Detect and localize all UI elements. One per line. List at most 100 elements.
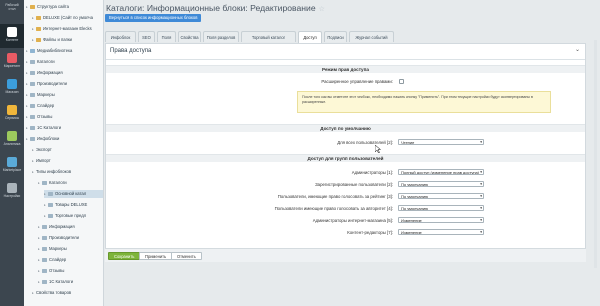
tree-item[interactable]: ▸ Информация <box>38 223 103 231</box>
notice-box: После того как вы отметите этот чекбокс,… <box>297 91 551 113</box>
collapse-icon[interactable]: ⌄ <box>575 47 581 53</box>
tab[interactable]: SEO <box>138 31 155 42</box>
tree-item-label: Файлы и папки <box>43 37 73 42</box>
group-access-select[interactable]: Полный доступ (изменение прав доступа) ▾ <box>398 169 484 175</box>
list-icon <box>30 81 35 86</box>
tree-item[interactable]: ▸ Производители <box>26 80 103 88</box>
chevron-down-icon: ▾ <box>480 206 482 210</box>
chevron-down-icon: ▾ <box>480 140 482 144</box>
tree-item[interactable]: ▸ Импорт <box>32 157 103 165</box>
tree-item-label: Отзывы <box>49 268 65 273</box>
tree-item[interactable]: ▸ Экспорт <box>32 146 103 154</box>
tree-item-label: Свойства товаров <box>36 290 72 295</box>
cancel-button[interactable]: Отменить <box>171 252 202 260</box>
gear-icon <box>7 183 17 193</box>
apply-button[interactable]: Применить <box>139 252 173 260</box>
list-icon <box>42 224 47 229</box>
tree-item[interactable]: ▸ Товары DELUXE <box>44 201 103 209</box>
tree-item[interactable]: ▸ Типы инфоблоков <box>32 168 103 176</box>
tree-item-label: Производители <box>49 235 79 240</box>
tree-item[interactable]: ▸ DELUXE (Сайт по умолча <box>32 14 103 22</box>
group-access-select[interactable]: Изменение ▾ <box>398 229 484 235</box>
tree-item-label: 1C Каталоги <box>49 279 74 284</box>
group-label: Администраторы интернет-магазина [5]: <box>312 218 393 223</box>
main-area: Каталоги: Информационные блоки: Редактир… <box>104 0 600 306</box>
tree-item[interactable]: ▸ Информация <box>26 69 103 77</box>
tree-item[interactable]: ▸ Отзывы <box>26 113 103 121</box>
group-access-select[interactable]: По умолчанию ▾ <box>398 205 484 211</box>
list-icon <box>30 59 35 64</box>
tree-item-label: Интернет-магазин Elecks <box>43 26 92 31</box>
scrollbar[interactable] <box>594 40 597 268</box>
tab[interactable]: Свойства <box>178 31 201 42</box>
tree-item[interactable]: ▸ Маркеры <box>26 91 103 99</box>
tree-item[interactable]: ▸ Маркеры <box>38 245 103 253</box>
main-menu-item[interactable]: Магазин <box>0 76 24 100</box>
group-access-select[interactable]: По умолчанию ▾ <box>398 193 484 199</box>
tree-item[interactable]: ▸ Свойства товаров <box>32 289 103 297</box>
tree-item[interactable]: ▸ Структура сайта <box>26 3 103 11</box>
access-rights-panel: Права доступа ⌄ Режим прав доступа Расши… <box>105 43 586 257</box>
group-access-select[interactable]: Изменение ▾ <box>398 217 484 223</box>
main-menu-item-label: Контент <box>5 38 19 42</box>
group-label: Контент-редакторы [7]: <box>347 230 393 235</box>
tree-item[interactable]: ▸ Инфоблоки <box>26 135 103 143</box>
save-button[interactable]: Сохранить <box>108 252 141 260</box>
section-default-access: Доступ по умолчанию <box>106 124 585 132</box>
tree-item[interactable]: ▸ Каталоги <box>26 58 103 66</box>
tree-item[interactable]: ▸ Интернет-магазин Elecks <box>32 25 103 33</box>
tab[interactable]: Поля <box>157 31 176 42</box>
back-to-list-button[interactable]: Вернуться в список информационных блоков <box>105 14 202 22</box>
megaphone-icon <box>7 53 17 63</box>
group-access-value: Полный доступ (изменение прав доступа) <box>401 170 480 175</box>
tree-item[interactable]: ▸ Файлы и папки <box>32 36 103 44</box>
tab[interactable]: Инфоблок <box>105 31 136 42</box>
analytics-icon <box>7 131 17 141</box>
tree-item[interactable]: ▸ Торговые предл <box>44 212 103 220</box>
tree-item[interactable]: ▸ Слайдер <box>26 102 103 110</box>
tree-item[interactable]: ▸ Слайдер <box>38 256 103 264</box>
main-menu-item[interactable]: Маркетинг <box>0 50 24 74</box>
list-icon <box>48 191 53 196</box>
tree-item-label: Структура сайта <box>37 4 69 9</box>
tree-item[interactable]: ▸ Основной катал <box>44 190 103 198</box>
desktop-link[interactable]: Рабочий стол <box>0 0 24 22</box>
media-icon <box>30 48 35 53</box>
main-menu-item[interactable]: Аналитика <box>0 128 24 152</box>
list-icon <box>42 180 47 185</box>
tab[interactable]: Доступ <box>298 31 322 43</box>
section-access-mode: Режим прав доступа <box>106 65 585 73</box>
main-menu-item[interactable]: Настройки <box>0 180 24 204</box>
favorite-star-icon[interactable]: ☆ <box>319 6 325 13</box>
tree-item[interactable]: ▸ Каталоги <box>38 179 103 187</box>
all-users-select[interactable]: Чтение ▾ <box>398 139 484 145</box>
page-title: Каталоги: Информационные блоки: Редактир… <box>106 3 325 13</box>
chevron-down-icon: ▾ <box>480 170 482 174</box>
main-menu-item[interactable]: Сервисы <box>0 102 24 126</box>
tree-item[interactable]: ▸ Медиабиблиотека <box>26 47 103 55</box>
panel-title: Права доступа <box>110 48 152 54</box>
main-menu-item[interactable]: Marketplace <box>0 154 24 178</box>
tab[interactable]: Поля разделов <box>203 31 239 42</box>
tree-item[interactable]: ▸ Производители <box>38 234 103 242</box>
list-icon <box>30 92 35 97</box>
group-access-select[interactable]: По умолчанию ▾ <box>398 181 484 187</box>
tab[interactable]: Журнал событий <box>349 31 394 42</box>
tree-item[interactable]: ▸ 1C Каталоги <box>26 124 103 132</box>
main-menu-bar: Рабочий стол Контент Маркетинг Магазин Серв… <box>0 0 24 306</box>
tab[interactable]: Подписи <box>324 31 347 42</box>
tree-item-label: Отзывы <box>37 114 53 119</box>
list-icon <box>42 257 47 262</box>
tab[interactable]: Торговый каталог <box>241 31 296 42</box>
extended-rights-checkbox[interactable] <box>399 79 404 84</box>
tree-item-label: Маркеры <box>37 92 55 97</box>
list-icon <box>48 213 53 218</box>
tree-item[interactable]: ▸ Отзывы <box>38 267 103 275</box>
mouse-cursor-icon <box>375 145 381 153</box>
main-menu-item[interactable]: Контент <box>0 24 24 48</box>
folder-icon <box>36 37 41 42</box>
tree-item-label: Каталоги <box>37 59 55 64</box>
tree-item-label: Маркеры <box>49 246 67 251</box>
group-label: Администраторы [1]: <box>351 170 393 175</box>
tree-item[interactable]: ▸ 1C Каталоги <box>38 278 103 286</box>
